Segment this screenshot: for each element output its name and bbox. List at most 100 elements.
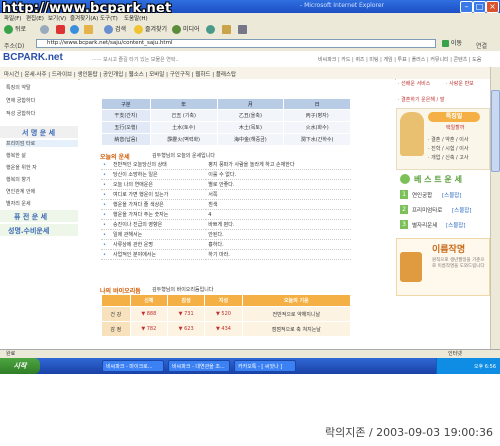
start-button[interactable]: 시작 bbox=[0, 358, 40, 374]
taskbar-item-2[interactable]: 카카오톡 - [ 씨앗나 ] bbox=[234, 360, 296, 372]
best-num-3: 3 bbox=[400, 220, 408, 229]
home-icon bbox=[84, 25, 93, 34]
zodiac-cell: 海中金(해중금) bbox=[216, 133, 285, 146]
table-row: • 오늘 나의 연애운은 별로 안좋다. bbox=[101, 179, 351, 190]
zodiac-cell: 納音(납음) bbox=[101, 133, 151, 146]
taskbar-item-1[interactable]: 비씨파크 - 대연관을 조... bbox=[168, 360, 230, 372]
zodiac-cell: 火水(화수) bbox=[283, 121, 351, 134]
sidebar-item-top-0[interactable]: 특징의 약탈 bbox=[6, 84, 78, 91]
taskbar-item-0[interactable]: 비씨파크 - 마이크로... bbox=[102, 360, 164, 372]
table-row: 건 강 ▼ 888 ▼ 731 ▼ 520 전반적으로 약해지니날 bbox=[101, 306, 352, 322]
sidebar-item-1[interactable]: 행복한 삶 bbox=[6, 152, 78, 159]
best-label-3[interactable]: 별자리운세 bbox=[412, 221, 437, 229]
fortune-question: 행운을 가져다 줄 색상은 bbox=[111, 199, 207, 210]
best-label-2[interactable]: 프리미엄타로 bbox=[412, 206, 442, 214]
go-button[interactable]: 이동 bbox=[442, 39, 472, 49]
biorhythm-table: 신체 감성 지성 오늘의 기운 건 강 ▼ 888 ▼ 731 ▼ 520 전반… bbox=[101, 294, 352, 337]
fortune-question: 오늘 나의 연애운은 bbox=[111, 179, 207, 190]
fortune-answer: 하기 마라. bbox=[206, 249, 351, 260]
print-icon bbox=[238, 25, 247, 34]
table-row: • 사류상에 관한 운명 흉하다. bbox=[101, 239, 351, 250]
favorites-button[interactable]: 즐겨찾기 bbox=[134, 25, 167, 35]
table-row: • 전반적인 오늘당신의 상태 평지 풍파가 사람을 놀라게 하고 손재한다 bbox=[101, 160, 351, 170]
fortune-answer: 이룰 수 없다. bbox=[206, 169, 351, 180]
sidebar-item-2[interactable]: 행운을 위한 자 bbox=[6, 164, 78, 171]
back-button[interactable]: 뒤로 bbox=[4, 25, 26, 35]
zodiac-header: 年 bbox=[149, 98, 218, 110]
right-link-0[interactable]: · 선배운 서비스 bbox=[398, 80, 430, 87]
zodiac-cell: 干支(간지) bbox=[101, 109, 151, 122]
table-row: • 행운을 가져다 줄 색상은 흰색 bbox=[101, 199, 351, 210]
best-action-2[interactable]: [스물잡] bbox=[452, 206, 471, 214]
search-button[interactable]: 검색 bbox=[104, 25, 126, 35]
zodiac-cell: 土水(토수) bbox=[149, 121, 218, 134]
close-button[interactable]: × bbox=[486, 1, 499, 13]
fortune-answer: 안된다. bbox=[206, 229, 351, 240]
scrollbar-thumb[interactable] bbox=[491, 90, 500, 172]
zodiac-cell: 丙子(병자) bbox=[283, 109, 351, 122]
main-nav-items[interactable]: 마시건 | 운세·사주 | 드라이브 | 생인튠탑 | 공인개입 | 웹소스 |… bbox=[4, 70, 236, 78]
site-slogan: ······ 보시고 즐길 타기 있는 보물은 연락.. bbox=[92, 57, 179, 63]
sidebar-item-4[interactable]: 연인관계 안에 bbox=[6, 188, 78, 195]
table-row: • 승진이나 진급의 영향은 바쁘게 뛴다. bbox=[101, 219, 351, 230]
best-action-3[interactable]: [스물잡] bbox=[446, 221, 465, 229]
table-row: 干支(간지) 己丑 (기축) 乙丑(을축) 丙子(병자) bbox=[101, 109, 351, 122]
top-links[interactable]: 비씨파크 | 카드 | 퀴즈 | 미팅 | 게임 | 투표 | 플러스 | 커뮤… bbox=[318, 56, 481, 63]
status-zone: 인터넷 bbox=[448, 351, 462, 357]
menu-view[interactable]: 보기(V) bbox=[48, 14, 66, 22]
bio-header: 지성 bbox=[204, 294, 243, 307]
media-button[interactable]: 미디어 bbox=[172, 25, 200, 35]
maximize-button[interactable]: □ bbox=[473, 1, 486, 13]
table-row: • 여디로 가면 행운이 있는가 서쪽 bbox=[101, 189, 351, 200]
search-icon bbox=[104, 25, 113, 34]
figure-icon bbox=[400, 112, 424, 156]
sidebar-item-3[interactable]: 행복의 향기 bbox=[6, 176, 78, 183]
zodiac-cell: 澗下水(간하수) bbox=[283, 133, 351, 146]
best-action-1[interactable]: [스물잡] bbox=[442, 191, 461, 199]
sidebar-item-0[interactable]: 프리미엄 타로 bbox=[6, 140, 78, 147]
banner-line-2: · 개업 / 신축 / 고사 bbox=[428, 155, 469, 161]
fortune-answer: 별로 안좋다. bbox=[206, 179, 351, 190]
links-label[interactable]: 연결 bbox=[476, 41, 487, 50]
zodiac-cell: 霹靂火(벽력화) bbox=[149, 133, 218, 146]
sidebar-title: 서 명 운 세 bbox=[22, 129, 56, 137]
bio-summary: 전반적으로 약해지니날 bbox=[241, 306, 352, 322]
sidebar-section-name[interactable]: 성명.수비운세 bbox=[8, 226, 49, 236]
refresh-button[interactable] bbox=[70, 25, 81, 35]
fortune-section-subtitle: 김두형님의 오늘의 운세입니다 bbox=[152, 153, 215, 159]
bio-value: ▼ 520 bbox=[204, 306, 243, 322]
sidebar-section-fusion[interactable]: 퓨 전 운 세 bbox=[14, 212, 47, 222]
zodiac-cell: 五行(오행) bbox=[101, 121, 151, 134]
right-link-2[interactable]: · 결혼하기 운은해 / 말 bbox=[398, 96, 444, 103]
forward-button[interactable] bbox=[40, 25, 51, 35]
menu-tools[interactable]: 도구(T) bbox=[100, 14, 118, 22]
sidebar-item-top-2[interactable]: 적성 궁합하다 bbox=[6, 110, 78, 117]
address-input[interactable] bbox=[36, 39, 436, 48]
zodiac-cell: 乙丑(을축) bbox=[216, 109, 285, 122]
menu-help[interactable]: 도움말(H) bbox=[124, 14, 148, 22]
history-button[interactable] bbox=[206, 25, 217, 35]
bio-section-subtitle: 김두형님의 바이오리듬입니다 bbox=[152, 287, 214, 293]
forward-arrow-icon bbox=[40, 25, 49, 34]
home-button[interactable] bbox=[84, 25, 95, 35]
table-row: • 당신이 소망하는 일은 이룰 수 없다. bbox=[101, 169, 351, 180]
mail-button[interactable] bbox=[222, 25, 233, 35]
table-row: 五行(오행) 土水(토수) 木土(목토) 火水(화수) bbox=[101, 121, 351, 134]
zodiac-table: 구분 年 月 日 干支(간지) 己丑 (기축) 乙丑(을축) 丙子(병자) 五行… bbox=[101, 98, 351, 146]
menu-favorites[interactable]: 즐겨찾기(A) bbox=[70, 14, 98, 22]
star-icon bbox=[134, 25, 143, 34]
sidebar-item-5[interactable]: 별자리 운세 bbox=[6, 200, 78, 207]
right-link-1[interactable]: · 사랑운 반보 bbox=[446, 80, 474, 87]
site-logo[interactable]: BCPARK.net bbox=[3, 52, 63, 63]
best-num-1: 1 bbox=[400, 190, 408, 199]
go-arrow-icon bbox=[442, 40, 449, 47]
banner-line-1: · 진학 / 시험 / 이사 bbox=[428, 146, 469, 152]
best-label-1[interactable]: 연인궁합 bbox=[412, 191, 432, 199]
sidebar-item-top-1[interactable]: 연애 궁합하다 bbox=[6, 97, 78, 104]
menu-edit[interactable]: 편집(E) bbox=[26, 14, 44, 22]
minimize-button[interactable]: – bbox=[460, 1, 473, 13]
stop-button[interactable] bbox=[56, 25, 67, 35]
banner-sub: 택일할까 bbox=[446, 125, 465, 131]
menu-file[interactable]: 파일(F) bbox=[4, 14, 22, 22]
print-button[interactable] bbox=[238, 25, 249, 35]
